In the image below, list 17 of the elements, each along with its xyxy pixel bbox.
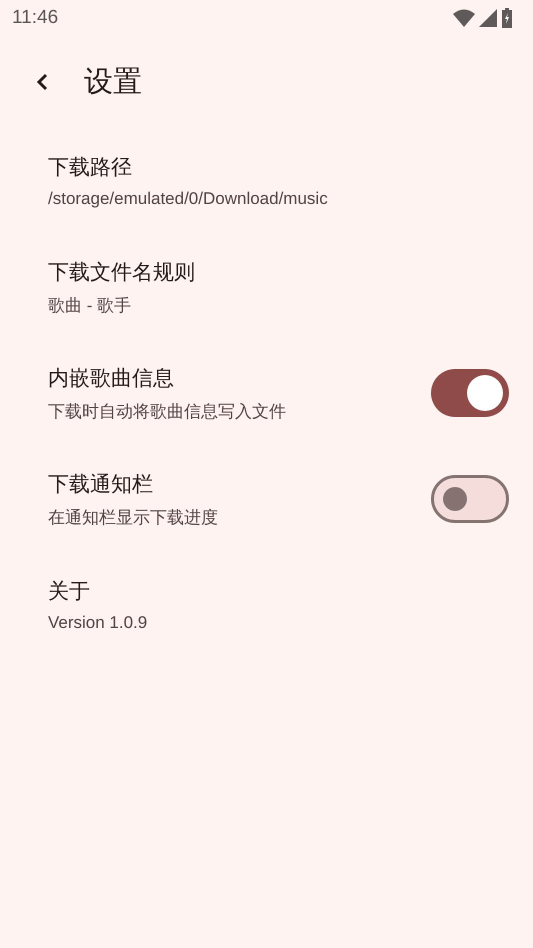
- setting-title[interactable]: 关于: [48, 577, 509, 605]
- setting-summary: 下载时自动将歌曲信息写入文件: [48, 400, 287, 422]
- setting-summary: /storage/emulated/0/Download/music: [48, 189, 329, 209]
- setting-title[interactable]: 内嵌歌曲信息: [48, 364, 431, 392]
- setting-summary: Version 1.0.9: [48, 613, 148, 633]
- signal-icon: [479, 9, 497, 27]
- toggle-switch[interactable]: [431, 369, 509, 417]
- setting-title[interactable]: 下载路径: [48, 153, 509, 181]
- setting-summary: 歌曲 - 歌手: [48, 294, 132, 316]
- page-title: 设置: [84, 63, 142, 100]
- wifi-icon: [453, 9, 475, 27]
- toggle-switch[interactable]: [431, 475, 509, 523]
- setting-summary: 在通知栏显示下载进度: [48, 506, 219, 528]
- status-time: 11:46: [12, 7, 58, 29]
- setting-title[interactable]: 下载通知栏: [48, 470, 431, 498]
- battery-charging-icon: [501, 8, 513, 28]
- setting-title[interactable]: 下载文件名规则: [48, 258, 509, 286]
